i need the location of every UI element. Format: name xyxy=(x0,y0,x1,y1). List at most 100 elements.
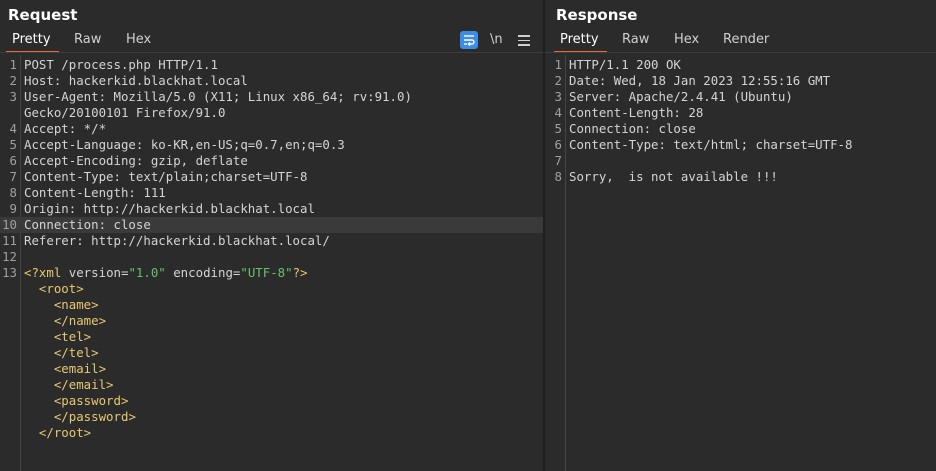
xml-attr: version= xyxy=(68,265,129,280)
line-text: Referer: http://hackerkid.blackhat.local… xyxy=(24,233,330,248)
line-text: POST /process.php HTTP/1.1 xyxy=(24,57,218,72)
line-number: 1 xyxy=(554,57,562,72)
code-line: 3 User-Agent: Mozilla/5.0 (X11; Linux x86… xyxy=(0,89,543,105)
line-number: 2 xyxy=(9,73,17,88)
request-tab-raw[interactable]: Raw xyxy=(74,30,101,50)
xml-tag: <email> xyxy=(53,361,107,376)
line-text: Content-Type: text/plain;charset=UTF-8 xyxy=(24,169,308,184)
xml-tag: </root> xyxy=(38,425,92,440)
line-text: <email> xyxy=(24,361,106,377)
line-text: <?xml version="1.0" encoding="UTF-8"?> xyxy=(24,265,308,281)
code-line: 8 Content-Length: 111 xyxy=(0,185,543,201)
xml-declaration: <?xml xyxy=(24,265,69,280)
line-text: Gecko/20100101 Firefox/91.0 xyxy=(24,105,226,120)
line-text: </name> xyxy=(24,313,106,329)
line-number: 6 xyxy=(554,137,562,152)
code-line: </password> xyxy=(0,409,543,425)
line-number: 11 xyxy=(2,233,17,248)
xml-tag: <root> xyxy=(38,281,84,296)
request-tab-pretty[interactable]: Pretty xyxy=(6,30,59,53)
code-line: 6 Accept-Encoding: gzip, deflate xyxy=(0,153,543,169)
line-number: 5 xyxy=(9,137,17,152)
line-text: Sorry, is not available !!! xyxy=(569,169,778,184)
line-text: User-Agent: Mozilla/5.0 (X11; Linux x86_… xyxy=(24,89,412,104)
line-text: Accept-Encoding: gzip, deflate xyxy=(24,153,248,168)
line-number: 9 xyxy=(9,201,17,216)
code-line: 13 <?xml version="1.0" encoding="UTF-8"?> xyxy=(0,265,543,281)
xml-tag: <password> xyxy=(53,393,129,408)
code-line: </root> xyxy=(0,425,543,441)
menu-icon[interactable] xyxy=(516,31,534,49)
xml-tag: </name> xyxy=(53,313,107,328)
line-text: </password> xyxy=(24,409,136,425)
request-editor[interactable]: 1 POST /process.php HTTP/1.1 2 Host: hacker… xyxy=(0,55,543,471)
line-text: <root> xyxy=(24,281,84,297)
response-tab-hex[interactable]: Hex xyxy=(674,30,699,50)
code-line: <tel> xyxy=(0,329,543,345)
code-line: 4 Accept: */* xyxy=(0,121,543,137)
code-line: 5 Connection: close xyxy=(545,121,936,137)
code-line: <password> xyxy=(0,393,543,409)
line-text: <password> xyxy=(24,393,129,409)
xml-attr: encoding= xyxy=(165,265,241,280)
code-line: </name> xyxy=(0,313,543,329)
xml-declaration: ?> xyxy=(292,265,308,280)
line-text: Content-Length: 28 xyxy=(569,105,704,120)
xml-tag: <tel> xyxy=(53,329,92,344)
code-line: 7 Content-Type: text/plain;charset=UTF-8 xyxy=(0,169,543,185)
code-line: 9 Origin: http://hackerkid.blackhat.local xyxy=(0,201,543,217)
response-editor[interactable]: 1 HTTP/1.1 200 OK 2 Date: Wed, 18 Jan 2023 … xyxy=(545,55,936,471)
response-tab-pretty[interactable]: Pretty xyxy=(554,30,607,53)
line-number: 3 xyxy=(9,89,17,104)
show-newlines-button[interactable]: \n xyxy=(490,31,508,49)
xml-tag: </email> xyxy=(53,377,114,392)
code-line: 1 HTTP/1.1 200 OK xyxy=(545,57,936,73)
line-number: 12 xyxy=(2,249,17,264)
line-number: 13 xyxy=(2,265,17,280)
line-text: Server: Apache/2.4.41 (Ubuntu) xyxy=(569,89,793,104)
word-wrap-icon[interactable] xyxy=(460,31,478,49)
line-number: 5 xyxy=(554,121,562,136)
code-line: 12 xyxy=(0,249,543,265)
response-tabs: Pretty Raw Hex Render xyxy=(545,30,936,53)
code-line: <email> xyxy=(0,361,543,377)
line-number: 7 xyxy=(554,153,562,168)
line-text: Content-Length: 111 xyxy=(24,185,166,200)
line-number: 8 xyxy=(9,185,17,200)
request-title: Request xyxy=(8,6,78,24)
code-line: 11 Referer: http://hackerkid.blackhat.loc… xyxy=(0,233,543,249)
xml-attr-value: "UTF-8" xyxy=(240,265,293,280)
request-panel: Request Pretty Raw Hex \n 1 POST /process… xyxy=(0,0,543,471)
line-number: 4 xyxy=(9,121,17,136)
line-number: 4 xyxy=(554,105,562,120)
line-text: </email> xyxy=(24,377,114,393)
line-text: <tel> xyxy=(24,329,91,345)
request-tab-hex[interactable]: Hex xyxy=(126,30,151,50)
response-tab-raw[interactable]: Raw xyxy=(622,30,649,50)
response-panel: Response Pretty Raw Hex Render 1 HTTP/1.1… xyxy=(545,0,936,471)
response-tab-render[interactable]: Render xyxy=(723,30,769,50)
code-line: 1 POST /process.php HTTP/1.1 xyxy=(0,57,543,73)
line-text: Date: Wed, 18 Jan 2023 12:55:16 GMT xyxy=(569,73,831,88)
code-line: 8 Sorry, is not available !!! xyxy=(545,169,936,185)
line-number: 2 xyxy=(554,73,562,88)
code-line: <name> xyxy=(0,297,543,313)
line-text: <name> xyxy=(24,297,99,313)
code-line: 2 Host: hackerkid.blackhat.local xyxy=(0,73,543,89)
code-line: 10 Connection: close xyxy=(0,217,543,233)
code-line: <root> xyxy=(0,281,543,297)
code-line: Gecko/20100101 Firefox/91.0 xyxy=(0,105,543,121)
code-line: </tel> xyxy=(0,345,543,361)
xml-attr-value: "1.0" xyxy=(128,265,166,280)
line-number: 3 xyxy=(554,89,562,104)
line-text: Connection: close xyxy=(569,121,696,136)
line-text: HTTP/1.1 200 OK xyxy=(569,57,681,72)
